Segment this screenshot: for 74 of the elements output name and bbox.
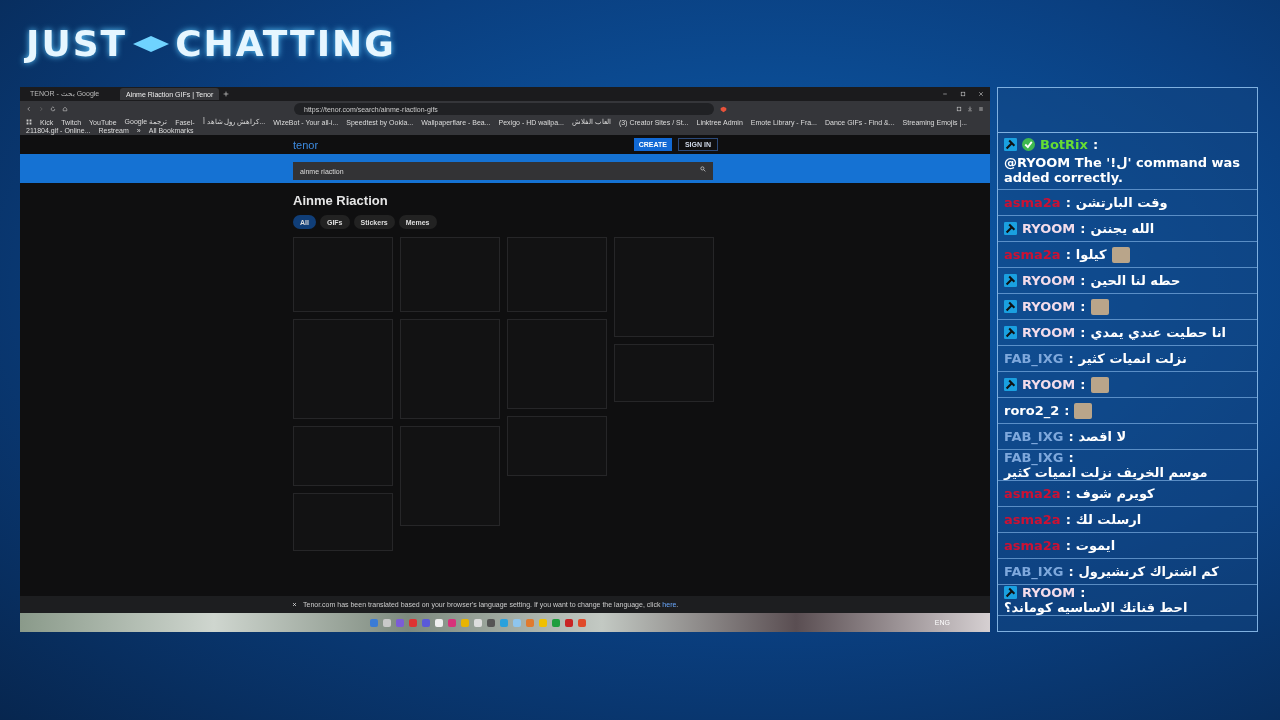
chat-message: @RYOOM The '!ل' command was added correctly. — [1004, 155, 1242, 185]
chat-message: نزلت انميات كثير — [1078, 351, 1187, 366]
logo-text: CHATTING — [175, 23, 396, 64]
chat-username[interactable]: RYOOM — [1022, 221, 1076, 236]
restore-icon — [960, 91, 966, 97]
diamond-icon — [133, 35, 170, 52]
logo-text: JUST — [26, 23, 128, 64]
gif-tile[interactable] — [400, 426, 500, 526]
gif-tile[interactable] — [614, 237, 714, 337]
separator: : — [1068, 450, 1074, 465]
back-icon — [26, 106, 32, 112]
chat-message: موسم الخريف نزلت انميات كثير — [1004, 465, 1208, 480]
separator: : — [1080, 377, 1086, 392]
chat-username[interactable]: RYOOM — [1022, 377, 1076, 392]
chat-username[interactable]: RYOOM — [1022, 299, 1076, 314]
chat-message: ارسلت لك — [1075, 512, 1142, 527]
chat-message: احط قناتك الاساسيه كوماند؟ — [1004, 600, 1188, 615]
separator: : — [1064, 403, 1070, 418]
search-icon — [700, 165, 706, 172]
chat-username[interactable]: FAB_IXG — [1004, 564, 1064, 579]
minimize-icon — [942, 91, 948, 97]
separator: : — [1065, 538, 1071, 553]
menu-icon — [978, 106, 984, 112]
chat-username[interactable]: FAB_IXG — [1004, 351, 1064, 366]
separator: : — [1092, 137, 1099, 152]
download-icon — [967, 106, 973, 112]
separator: : — [1065, 486, 1071, 501]
separator: : — [1065, 247, 1071, 262]
separator: : — [1065, 195, 1071, 210]
separator: : — [1068, 429, 1074, 444]
gif-tile[interactable] — [400, 319, 500, 419]
chat-message: لا اقصد — [1078, 429, 1127, 444]
chat-message: حطه لنا الحين — [1090, 273, 1181, 288]
gif-tile[interactable] — [400, 237, 500, 312]
separator: : — [1080, 221, 1086, 236]
plus-icon — [223, 91, 230, 97]
gif-tile[interactable] — [614, 344, 714, 402]
chat-message: ايموت — [1075, 538, 1116, 553]
chat-username[interactable]: RYOOM — [1022, 585, 1076, 600]
separator: : — [1080, 325, 1086, 340]
separator: : — [1080, 299, 1086, 314]
gif-tile[interactable] — [293, 319, 393, 419]
gif-tile[interactable] — [507, 416, 607, 476]
chat-username[interactable]: RYOOM — [1022, 325, 1076, 340]
gif-tile[interactable] — [293, 493, 393, 551]
chat-username[interactable]: BotRix — [1040, 137, 1088, 152]
results-heading: Ainme Riaction — [293, 193, 389, 208]
separator: : — [1068, 564, 1074, 579]
chat-username[interactable]: FAB_IXG — [1004, 429, 1064, 444]
apps-icon — [26, 119, 32, 125]
separator: : — [1080, 585, 1086, 600]
chat-username[interactable]: roro2_2 — [1004, 403, 1060, 418]
tenor-logo[interactable]: tenor — [293, 138, 319, 151]
close-icon — [978, 91, 984, 97]
chat-message: وقت البارتشن — [1075, 195, 1168, 210]
close-icon — [292, 602, 297, 607]
gif-tile[interactable] — [293, 237, 393, 312]
separator: : — [1068, 351, 1074, 366]
chat-message: الله يجننن — [1090, 221, 1155, 236]
forward-icon — [38, 106, 44, 112]
separator: : — [1065, 512, 1071, 527]
chat-message: انا حطيت عندي يمدي — [1090, 325, 1227, 340]
chat-message: كويرم شوف — [1075, 486, 1155, 501]
chat-username[interactable]: RYOOM — [1022, 273, 1076, 288]
separator: : — [1080, 273, 1086, 288]
gif-tile[interactable] — [507, 319, 607, 409]
shield-icon — [720, 105, 727, 113]
chat-message: كم اشتراك كرنشيرول — [1078, 564, 1219, 579]
reload-icon — [50, 106, 56, 112]
chat-message: كيلوا — [1075, 247, 1107, 262]
gif-tile[interactable] — [293, 426, 393, 486]
home-icon — [62, 106, 68, 112]
gif-tile[interactable] — [507, 237, 607, 312]
chat-username[interactable]: FAB_IXG — [1004, 450, 1064, 465]
